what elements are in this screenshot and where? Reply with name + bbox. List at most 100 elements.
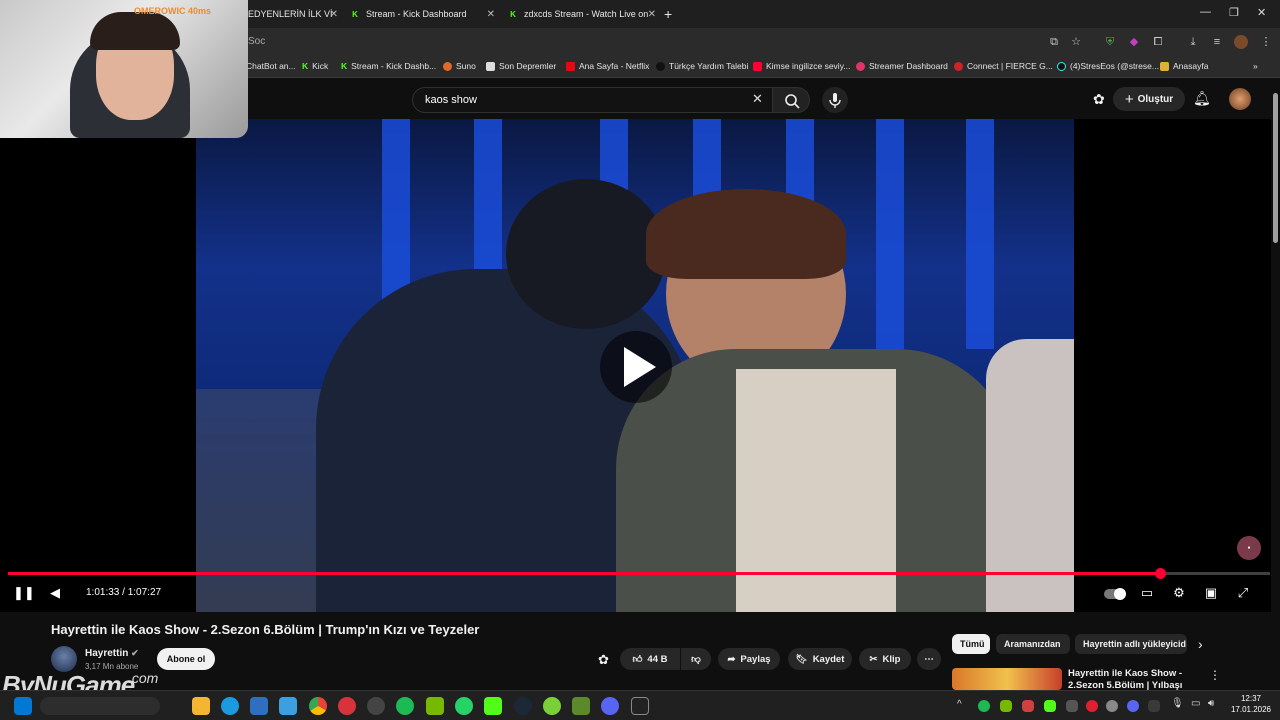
fullscreen-icon[interactable]: ⤢: [1235, 585, 1251, 601]
tray-nvidia-icon[interactable]: [1000, 700, 1012, 712]
tab-kick-dashboard[interactable]: K Stream - Kick Dashboard ✕: [350, 4, 495, 24]
bookmark-tiktok[interactable]: (4)StresEos (@strese...: [1057, 61, 1159, 71]
subscribe-button[interactable]: Abone ol: [157, 648, 215, 670]
address-input[interactable]: Soc: [240, 32, 1040, 52]
search-input[interactable]: kaos show: [412, 87, 776, 113]
settings-gear-icon[interactable]: ⚙: [1171, 585, 1187, 601]
install-icon[interactable]: ⧉: [1047, 35, 1061, 49]
bookmark-connect[interactable]: Connect | FIERCE G...: [954, 61, 1053, 71]
dislike-button[interactable]: 👎︎: [681, 648, 711, 670]
close-icon[interactable]: ✕: [330, 9, 338, 20]
notifications-bell-icon[interactable]: 🔔︎: [1193, 90, 1211, 107]
channel-watermark-icon[interactable]: ●: [1237, 536, 1261, 560]
video-player[interactable]: ● ❚❚ ◀︎ 1:01:33 / 1:07:27 ▭ ⚙ ▣ ⤢: [0, 119, 1280, 612]
create-button[interactable]: + Oluştur: [1113, 87, 1185, 111]
close-window-icon[interactable]: ✕: [1257, 6, 1266, 19]
search-button[interactable]: [772, 87, 810, 113]
tray-app-icon[interactable]: [1022, 700, 1034, 712]
nvidia-icon[interactable]: [426, 697, 444, 715]
file-explorer-icon[interactable]: [192, 697, 210, 715]
tray-steam-icon[interactable]: [1106, 700, 1118, 712]
more-options-icon[interactable]: ⋮: [1209, 668, 1221, 682]
opera-icon[interactable]: [338, 697, 356, 715]
chrome-icon[interactable]: [309, 697, 327, 715]
bookmark-chatbot[interactable]: ChatBot an...: [246, 61, 296, 71]
tab-1[interactable]: EDYENLERİN İLK Vİ ✕: [248, 4, 338, 24]
recommendation-title[interactable]: Hayrettin ile Kaos Show - 2.Sezon 5.Bölü…: [1068, 668, 1203, 690]
profile-avatar[interactable]: [1234, 35, 1248, 49]
theater-mode-icon[interactable]: ▣: [1203, 585, 1219, 601]
discord-icon[interactable]: [601, 697, 619, 715]
recommendation-thumbnail[interactable]: [952, 668, 1062, 690]
chip-uploader[interactable]: Hayrettin adlı yükleyicid: [1075, 634, 1187, 654]
tray-expand-icon[interactable]: ^: [957, 699, 962, 710]
bookmark-netflix[interactable]: Ana Sayfa - Netflix: [566, 61, 649, 71]
whatsapp-icon[interactable]: [455, 697, 473, 715]
bookmark-suno[interactable]: Suno: [443, 61, 476, 71]
epic-games-icon[interactable]: [631, 697, 649, 715]
play-button-overlay[interactable]: [600, 331, 672, 403]
taskbar-search[interactable]: [40, 697, 160, 715]
download-icon[interactable]: ⤓: [1186, 35, 1200, 49]
tray-spotify-icon[interactable]: [978, 700, 990, 712]
bookmark-kick-dashboard[interactable]: K Stream - Kick Dashb...: [341, 61, 436, 71]
shorts-icon[interactable]: ✿: [1093, 91, 1105, 108]
share-button[interactable]: ➦ Paylaş: [718, 648, 780, 670]
chip-all[interactable]: Tümü: [952, 634, 990, 654]
mail-icon[interactable]: [279, 697, 297, 715]
bookmark-depremler[interactable]: Son Depremler: [486, 61, 556, 71]
taskbar-clock[interactable]: 12:37 17.01.2026: [1226, 693, 1276, 715]
reading-list-icon[interactable]: ≡: [1210, 35, 1224, 49]
extension-icon[interactable]: ◆: [1127, 35, 1141, 49]
extensions-puzzle-icon[interactable]: ⧠: [1151, 35, 1165, 49]
steam-icon[interactable]: [514, 697, 532, 715]
pause-icon[interactable]: ❚❚: [13, 585, 35, 601]
tray-discord-icon[interactable]: [1127, 700, 1139, 712]
progress-scrubber-handle[interactable]: [1154, 568, 1166, 579]
tray-record-icon[interactable]: [1086, 700, 1098, 712]
restore-icon[interactable]: ❐: [1229, 6, 1239, 19]
channel-name[interactable]: Hayrettin ✔: [85, 648, 139, 659]
tray-app-icon[interactable]: [1148, 700, 1160, 712]
clear-search-icon[interactable]: ✕: [752, 91, 763, 107]
subtitles-icon[interactable]: ▭: [1139, 585, 1155, 601]
tab-kick-watch[interactable]: K zdxcds Stream - Watch Live on ✕: [508, 4, 656, 24]
account-avatar[interactable]: [1229, 88, 1251, 110]
progress-bar[interactable]: [8, 568, 1270, 579]
like-button[interactable]: 👍︎ 44 B: [620, 648, 680, 670]
new-tab-button[interactable]: +: [664, 4, 678, 24]
extension-shield-icon[interactable]: ⛨: [1103, 35, 1117, 49]
windows-start-icon[interactable]: [14, 697, 32, 715]
minimize-icon[interactable]: —: [1200, 6, 1211, 18]
tray-network-icon[interactable]: ▭: [1191, 698, 1200, 709]
menu-icon[interactable]: ⋮: [1259, 35, 1273, 49]
autoplay-toggle[interactable]: [1103, 585, 1127, 601]
more-actions-button[interactable]: ⋯: [917, 648, 941, 670]
bookmark-streamer-dashboard[interactable]: Streamer Dashboard: [856, 61, 948, 71]
scrollbar[interactable]: [1271, 79, 1280, 690]
tray-kick-icon[interactable]: [1044, 700, 1056, 712]
tray-microphone-icon[interactable]: 🎙︎: [1171, 698, 1184, 709]
collab-icon[interactable]: ✿: [598, 652, 609, 668]
channel-avatar[interactable]: [51, 646, 77, 672]
bookmarks-overflow-icon[interactable]: »: [1253, 61, 1258, 71]
bookmark-anasayfa[interactable]: Anasayfa: [1160, 61, 1208, 71]
edge-icon[interactable]: [221, 697, 239, 715]
volume-icon[interactable]: ◀︎: [47, 585, 63, 601]
voice-search-button[interactable]: [822, 87, 848, 113]
minecraft-icon[interactable]: [572, 697, 590, 715]
save-button[interactable]: 🔖︎ Kaydet: [788, 648, 852, 670]
close-icon[interactable]: ✕: [487, 9, 495, 20]
close-icon[interactable]: ✕: [648, 9, 656, 20]
kick-app-icon[interactable]: [484, 697, 502, 715]
chip-from-search[interactable]: Aramanızdan: [996, 634, 1070, 654]
tray-volume-icon[interactable]: 🔊︎: [1208, 698, 1214, 709]
bookmark-kick[interactable]: K Kick: [302, 61, 328, 71]
spotify-icon[interactable]: [396, 697, 414, 715]
bookmark-youtube[interactable]: Kimse ingilizce seviy...: [753, 61, 850, 71]
clip-button[interactable]: ✂ Klip: [859, 648, 911, 670]
store-icon[interactable]: [250, 697, 268, 715]
bookmark-yardim[interactable]: Türkçe Yardım Talebi: [656, 61, 748, 71]
tray-app-icon[interactable]: [1066, 700, 1078, 712]
chevron-right-icon[interactable]: ›: [1198, 636, 1203, 652]
